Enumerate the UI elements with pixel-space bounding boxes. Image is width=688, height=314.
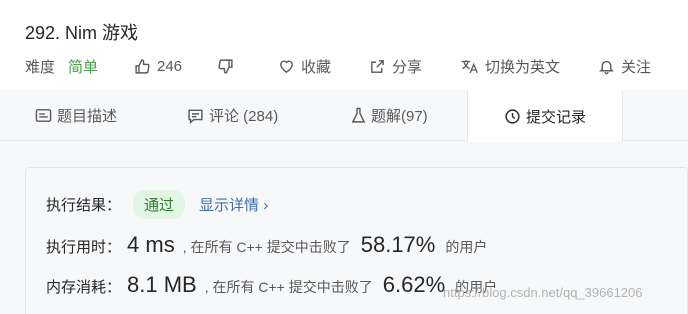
language-switch-button[interactable]: 切换为英文 [460,56,560,77]
translate-icon [460,58,479,75]
memory-label: 内存消耗： [46,279,122,296]
tab-comments[interactable]: 评论 (284) [187,90,278,141]
tab-solutions-label: 题解(97) [371,108,428,125]
tab-comments-label: 评论 (284) [209,108,279,125]
difficulty-value: 简单 [68,58,99,76]
favorite-label: 收藏 [301,58,332,76]
follow-label: 关注 [621,58,652,76]
runtime-label: 执行用时： [46,239,122,256]
favorite-button[interactable]: 收藏 [278,56,331,77]
tab-solutions[interactable]: 题解(97) [351,90,428,141]
language-switch-label: 切换为英文 [485,58,561,76]
follow-button[interactable]: 关注 [598,56,651,77]
share-button[interactable]: 分享 [369,56,422,77]
show-details-label: 显示详情 [199,197,260,214]
clock-icon [504,108,521,125]
memory-value: 8.1 MB [127,272,197,297]
result-label: 执行结果： [46,197,122,214]
watermark: https://blog.csdn.net/qq_39661206 [443,285,643,300]
bell-icon [598,58,615,75]
difficulty-label: 难度 [25,58,56,76]
like-count: 246 [157,57,183,75]
runtime-percent: 58.17% [360,232,436,257]
tab-bar: 题目描述 评论 (284) 题解(97) 提交记录 [0,90,688,142]
problem-header: 292. Nim 游戏 难度 简单 246 收藏 分享 切换为英文 关注 [0,0,688,90]
runtime-value: 4 ms [127,232,175,257]
status-badge: 通过 [133,190,186,219]
share-icon [369,58,386,75]
comment-icon [187,108,204,124]
problem-title: 292. Nim 游戏 [25,23,139,43]
memory-row: 内存消耗： 8.1 MB , 在所有 C++ 提交中击败了 6.62% 的用户 [46,272,497,298]
flask-icon [351,107,366,124]
thumbs-down-icon [217,58,234,75]
memory-percent: 6.62% [382,272,446,297]
description-icon [35,108,52,123]
dislike-button[interactable] [217,58,234,75]
tab-description[interactable]: 题目描述 [35,90,117,141]
share-label: 分享 [392,58,423,76]
show-details-link[interactable]: 显示详情 › [199,194,268,215]
chevron-right-icon: › [263,197,269,214]
memory-text: , 在所有 C++ 提交中击败了 [204,279,373,295]
runtime-text: , 在所有 C++ 提交中击败了 [182,239,351,255]
tab-submissions[interactable]: 提交记录 [467,90,623,142]
heart-icon [278,58,295,75]
like-button[interactable]: 246 [134,58,182,75]
runtime-row: 执行用时： 4 ms , 在所有 C++ 提交中击败了 58.17% 的用户 [46,232,487,258]
tab-submissions-label: 提交记录 [525,108,586,126]
tab-description-label: 题目描述 [57,108,118,125]
result-row: 执行结果： 通过 显示详情 › [46,190,268,219]
thumbs-up-icon [134,58,151,75]
runtime-suffix: 的用户 [445,239,488,255]
problem-meta: 难度 简单 246 收藏 分享 切换为英文 关注 [25,55,651,77]
